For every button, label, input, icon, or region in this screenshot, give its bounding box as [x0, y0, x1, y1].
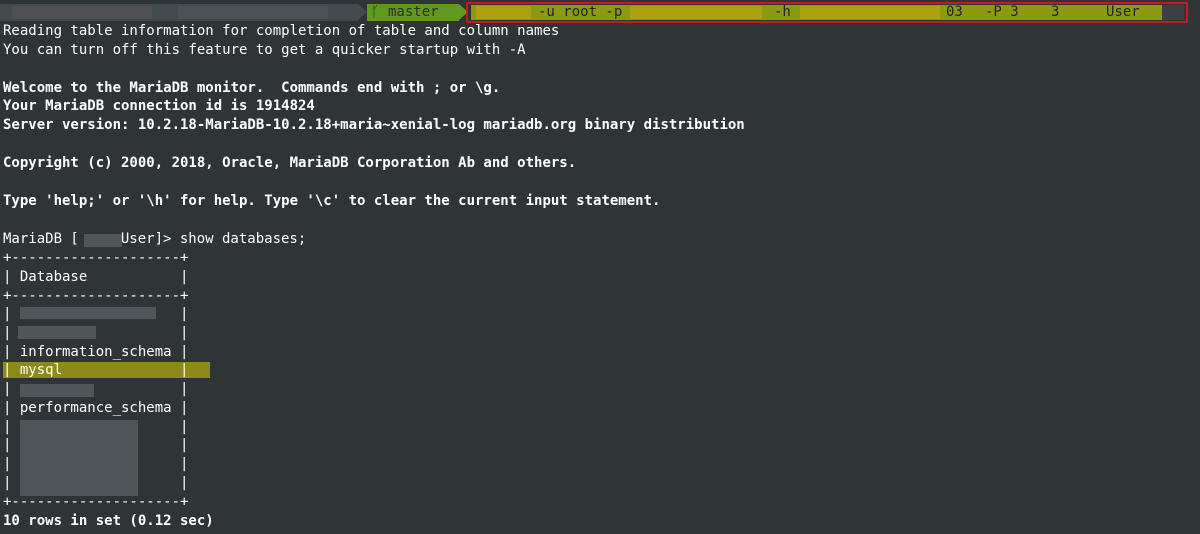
git-branch-icon: ᚴ — [371, 4, 380, 20]
mariadb-prompt-command: User]> show databases; — [120, 231, 307, 247]
table-row: | performance_schema | — [3, 400, 189, 416]
output-line: Reading table information for completion… — [3, 23, 560, 39]
output-line: You can turn off this feature to get a q… — [3, 42, 526, 58]
redacted-db-row — [20, 384, 94, 397]
output-line: Type 'help;' or '\h' for help. Type '\c'… — [3, 193, 661, 209]
output-line: Copyright (c) 2000, 2018, Oracle, MariaD… — [3, 155, 577, 171]
redacted-path — [178, 6, 328, 19]
redacted-db-row — [20, 307, 156, 319]
table-border: +--------------------+ — [3, 288, 189, 304]
table-header: | Database | — [3, 269, 189, 285]
git-branch-label: master — [388, 4, 439, 20]
redacted-db-row — [18, 326, 96, 339]
highlight-box — [466, 2, 1188, 23]
table-row: | information_schema | — [3, 344, 189, 360]
redacted-db-rows — [20, 420, 138, 496]
output-line: Server version: 10.2.18-MariaDB-10.2.18+… — [3, 117, 745, 133]
redacted-user — [12, 6, 152, 19]
table-row: | mysql | — [3, 362, 189, 378]
mariadb-prompt: MariaDB [ User]> show databases; — [3, 230, 306, 249]
table-border: +--------------------+ — [3, 250, 189, 266]
output-line: Your MariaDB connection id is 1914824 — [3, 98, 315, 114]
mariadb-prompt-prefix: MariaDB [ — [3, 231, 79, 247]
output-line: Welcome to the MariaDB monitor. Commands… — [3, 80, 501, 96]
query-result-summary: 10 rows in set (0.12 sec) — [3, 513, 214, 529]
redacted-db — [84, 234, 122, 247]
segment-separator — [358, 4, 367, 20]
